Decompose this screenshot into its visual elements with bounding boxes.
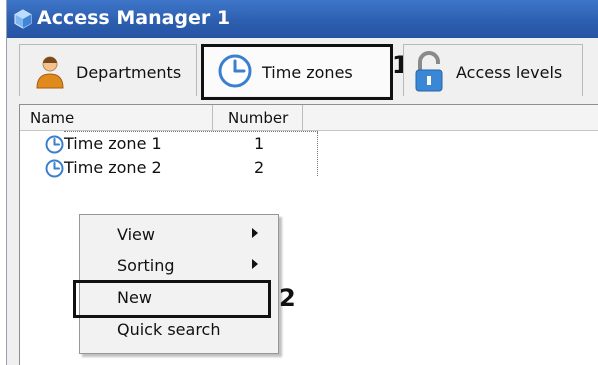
tab-access-levels-label: Access levels [456,63,563,82]
column-number-header[interactable]: Number [228,109,288,127]
access-manager-window: Access Manager 1 Departments Time zones … [6,0,598,365]
app-icon [14,9,32,29]
window-title: Access Manager 1 [37,7,231,29]
tab-access-levels[interactable]: Access levels [403,44,583,96]
focus-outline [317,132,318,176]
menu-item-label: Quick search [117,320,221,339]
tab-departments[interactable]: Departments [19,44,197,96]
row-name: Time zone 1 [64,134,162,153]
menu-item-view[interactable]: View [80,220,276,250]
clock-icon [45,135,64,154]
tab-departments-label: Departments [76,63,182,82]
row-name: Time zone 2 [64,158,162,177]
column-divider[interactable] [302,105,303,131]
table-row[interactable]: Time zone 2 2 [20,156,310,180]
callout-2: 2 [279,284,296,312]
menu-highlight-box [73,280,271,318]
table-row[interactable]: Time zone 1 1 [20,132,310,156]
submenu-arrow-icon [252,228,258,238]
column-name-header[interactable]: Name [30,109,74,127]
menu-item-quick-search[interactable]: Quick search [80,315,276,345]
row-number: 1 [254,134,265,153]
padlock-icon [415,51,443,92]
menu-item-label: Sorting [117,256,175,275]
list-header: Name Number [20,105,598,131]
title-bar: Access Manager 1 [7,0,598,38]
column-divider[interactable] [212,105,213,131]
menu-item-label: View [117,225,155,244]
tab-highlight-box [201,44,393,100]
person-icon [36,56,64,89]
menu-item-sorting[interactable]: Sorting [80,251,276,281]
clock-icon [45,159,64,178]
tab-strip: Departments Time zones 1 Access levels [7,38,598,100]
submenu-arrow-icon [252,259,258,269]
row-number: 2 [254,158,265,177]
